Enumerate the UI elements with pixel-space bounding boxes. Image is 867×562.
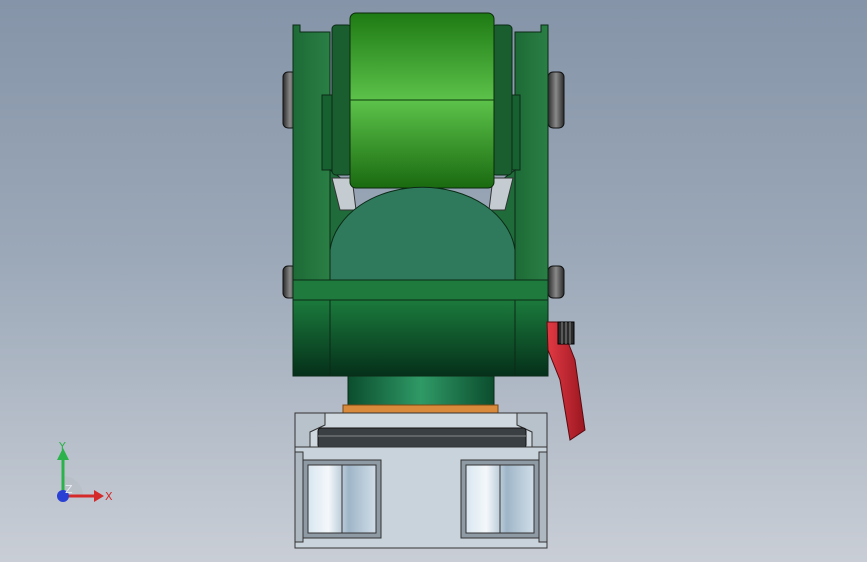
lower-crossbar[interactable] [292,279,549,377]
y-axis-label: Y [58,440,66,453]
rail-guide[interactable] [294,412,548,449]
left-frame-plate[interactable] [292,24,333,301]
main-roller[interactable] [349,12,495,189]
clamp-handle[interactable] [546,321,586,441]
left-bearing-window[interactable] [302,459,382,539]
z-axis-label: Z [65,483,73,496]
cad-viewport[interactable]: Y X Z [0,0,867,562]
dome-block[interactable] [329,186,516,281]
x-axis-arrowhead [94,490,104,502]
assembly-model[interactable] [0,0,867,562]
right-bearing-window[interactable] [460,459,540,539]
right-frame-plate[interactable] [509,24,549,301]
axis-triad: Y X Z [57,440,113,503]
cylinder-hub[interactable] [342,375,499,415]
x-axis-label: X [105,490,113,503]
